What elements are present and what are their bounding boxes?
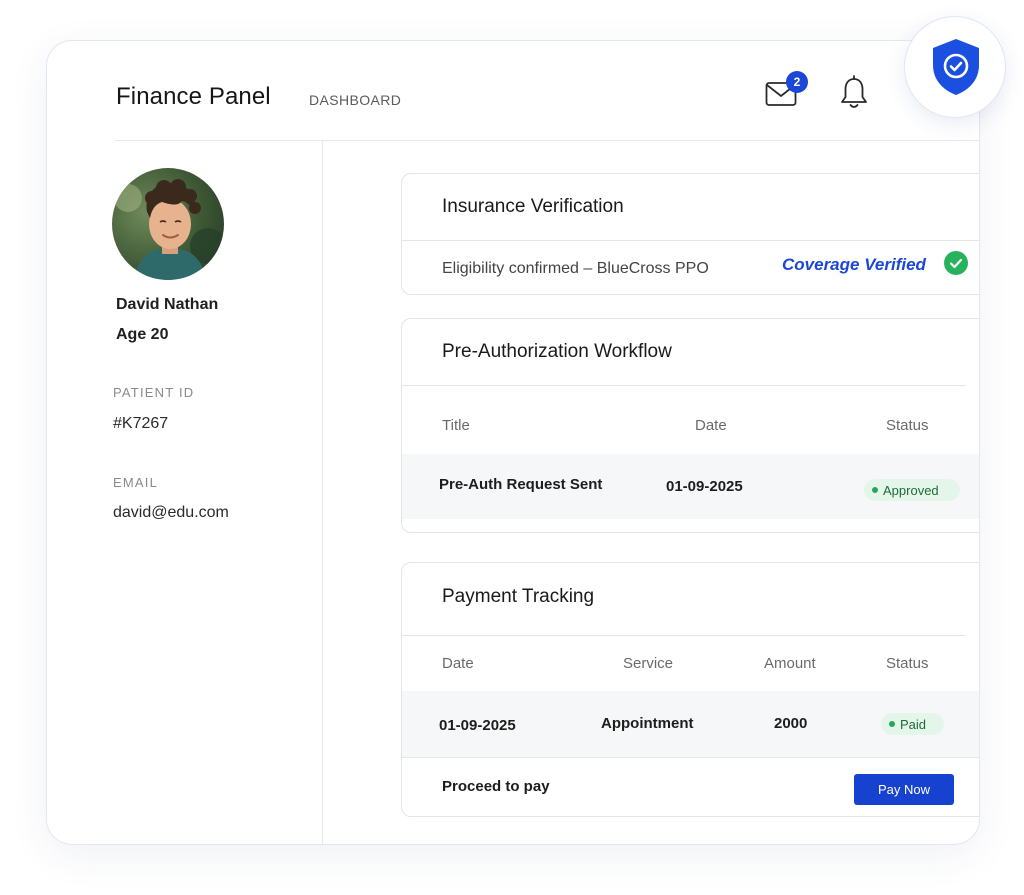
col-header-status: Status — [886, 417, 929, 434]
proceed-label: Proceed to pay — [442, 778, 550, 795]
patient-id: #K7267 — [113, 415, 169, 432]
col-header-date: Date — [442, 655, 474, 672]
patient-email[interactable]: david@edu.com — [113, 504, 229, 522]
finance-panel: Finance Panel DASHBOARD 2 David Nathan A… — [46, 40, 980, 845]
preauth-row-title: Pre-Auth Request Sent — [439, 476, 603, 493]
payment-title: Payment Tracking — [442, 586, 595, 607]
patient-name: David Nathan — [116, 296, 219, 313]
status-dot — [872, 487, 878, 493]
email-label: EMAIL — [113, 475, 159, 490]
breadcrumb-dashboard[interactable]: DASHBOARD — [309, 92, 401, 108]
col-header-service: Service — [623, 655, 674, 672]
card-divider — [402, 635, 966, 636]
col-header-status: Status — [886, 655, 929, 672]
status-badge: Approved — [864, 479, 960, 501]
card-divider — [402, 757, 979, 758]
shield-check-icon — [933, 39, 979, 95]
table-row[interactable]: Pre-Auth Request Sent 01-09-2025 Approve… — [402, 454, 979, 519]
status-dot — [889, 721, 895, 727]
col-header-date: Date — [695, 417, 727, 434]
coverage-status: Coverage Verified — [782, 255, 926, 274]
payment-row-date: 01-09-2025 — [439, 717, 516, 734]
payment-row-amount: 2000 — [774, 715, 808, 732]
patient-id-label: PATIENT ID — [113, 385, 195, 400]
pay-now-button[interactable]: Pay Now — [854, 774, 954, 805]
insurance-detail: Eligibility confirmed – BlueCross PPO — [442, 260, 709, 277]
mail-badge: 2 — [786, 71, 808, 93]
header-divider — [115, 140, 979, 141]
status-badge-label: Paid — [900, 716, 927, 732]
col-header-title: Title — [442, 417, 470, 434]
card-divider — [402, 385, 966, 386]
status-badge-label: Approved — [883, 482, 939, 498]
bell-icon[interactable] — [839, 75, 869, 111]
patient-age: Age 20 — [116, 326, 169, 343]
page-title: Finance Panel — [116, 83, 271, 110]
insurance-card: Insurance Verification Eligibility confi… — [401, 173, 979, 295]
preauth-row-date: 01-09-2025 — [666, 478, 743, 495]
sidebar-divider — [322, 141, 323, 844]
preauth-title: Pre-Authorization Workflow — [442, 341, 672, 362]
check-circle-icon — [944, 251, 968, 275]
preauth-card: Pre-Authorization Workflow Title Date St… — [401, 318, 979, 533]
patient-avatar — [112, 168, 224, 280]
insurance-title: Insurance Verification — [442, 196, 624, 217]
table-row[interactable]: 01-09-2025 Appointment 2000 Paid — [402, 691, 979, 757]
security-badge[interactable] — [904, 16, 1006, 118]
status-badge: Paid — [881, 713, 944, 735]
payment-row-service: Appointment — [601, 715, 694, 732]
card-divider — [402, 240, 979, 241]
col-header-amount: Amount — [764, 655, 816, 672]
